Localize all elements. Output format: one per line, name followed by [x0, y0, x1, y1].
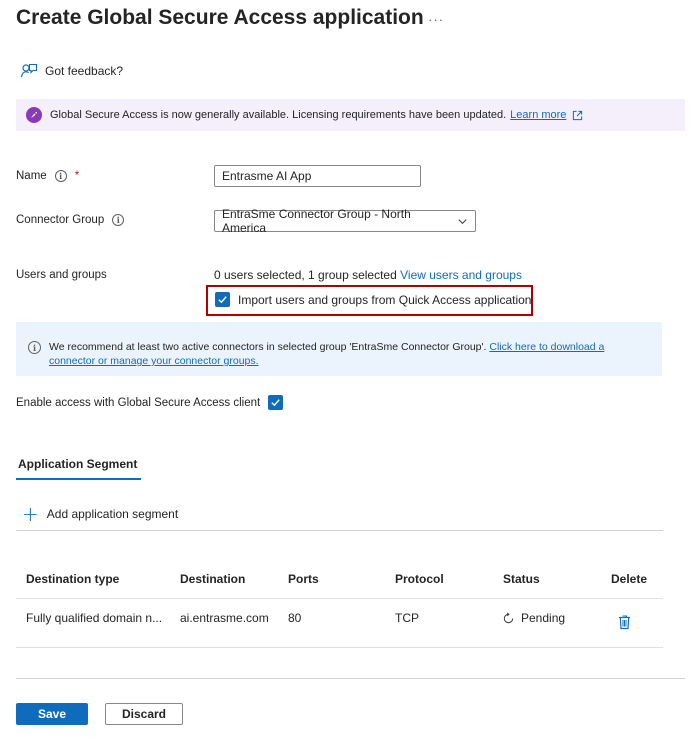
footer-divider [16, 678, 685, 679]
chevron-down-icon [458, 218, 467, 224]
tab-underline [16, 478, 141, 480]
info-icon: i [28, 341, 41, 354]
required-marker: * [74, 170, 80, 182]
status-label: Pending [521, 611, 566, 625]
client-label: Enable access with Global Secure Access … [16, 396, 261, 409]
header-destination-type: Destination type [26, 572, 120, 586]
add-segment-button[interactable]: + Add application segment [22, 502, 179, 526]
connector-group-select[interactable]: EntraSme Connector Group - North America [214, 207, 476, 235]
plus-icon: + [22, 502, 39, 526]
client-row: Enable access with Global Secure Access … [16, 395, 284, 410]
header-protocol: Protocol [395, 572, 444, 586]
header-ports: Ports [288, 572, 319, 586]
status-cell: Pending [502, 611, 565, 625]
client-checkbox[interactable] [268, 395, 284, 410]
rocket-icon [26, 107, 42, 123]
connector-group-label: Connector Group [16, 214, 105, 226]
checkmark-icon [271, 399, 280, 407]
more-options-icon[interactable]: ··· [428, 12, 444, 27]
connector-info-banner: i We recommend at least two active conne… [16, 322, 662, 376]
import-label: Import users and groups from Quick Acces… [238, 292, 532, 307]
tab-application-segment[interactable]: Application Segment [18, 457, 137, 471]
view-users-link[interactable]: View users and groups [400, 268, 522, 282]
save-button[interactable]: Save [16, 703, 88, 725]
divider [16, 530, 663, 531]
header-destination: Destination [180, 572, 246, 586]
pending-icon [503, 612, 514, 623]
users-summary: 0 users selected, 1 group selected View … [214, 268, 522, 282]
feedback-icon [20, 63, 38, 78]
ga-banner: Global Secure Access is now generally av… [16, 99, 685, 131]
discard-button[interactable]: Discard [105, 703, 183, 725]
name-info-icon[interactable]: i [54, 170, 67, 182]
import-row[interactable]: Import users and groups from Quick Acces… [215, 292, 531, 307]
users-label-row: Users and groups [16, 269, 107, 281]
name-label-row: Name i * [16, 170, 79, 182]
banner-text: Global Secure Access is now generally av… [50, 109, 507, 121]
feedback-link[interactable]: Got feedback? [20, 62, 123, 80]
header-status: Status [503, 572, 540, 586]
protocol-cell: TCP [395, 611, 419, 625]
name-input[interactable]: Entrasme AI App [214, 165, 421, 187]
import-checkbox[interactable] [215, 292, 230, 307]
checkmark-icon [218, 296, 227, 304]
table-row-divider [16, 598, 663, 599]
table-row-bottom [16, 647, 663, 648]
name-label: Name [16, 170, 47, 182]
info-text-block: We recommend at least two active connect… [49, 340, 639, 368]
users-groups-label: Users and groups [16, 269, 107, 281]
add-segment-label: Add application segment [46, 507, 179, 521]
info-text: We recommend at least two active connect… [49, 341, 487, 353]
learn-more-link[interactable]: Learn more [510, 109, 566, 121]
ports-cell: 80 [288, 611, 302, 625]
connector-label-row: Connector Group i [16, 214, 125, 226]
feedback-label: Got feedback? [45, 64, 124, 78]
delete-icon[interactable] [617, 614, 632, 630]
page-title: Create Global Secure Access application [16, 6, 424, 29]
header-delete: Delete [611, 572, 648, 586]
destination-type-link[interactable]: Fully qualified domain n... [26, 611, 162, 625]
connector-group-value: EntraSme Connector Group - North America [222, 207, 411, 235]
connector-info-icon[interactable]: i [112, 214, 125, 226]
destination-cell: ai.entrasme.com [180, 611, 269, 625]
users-summary-text: 0 users selected, 1 group selected [214, 268, 397, 282]
external-link-icon[interactable] [572, 110, 583, 121]
